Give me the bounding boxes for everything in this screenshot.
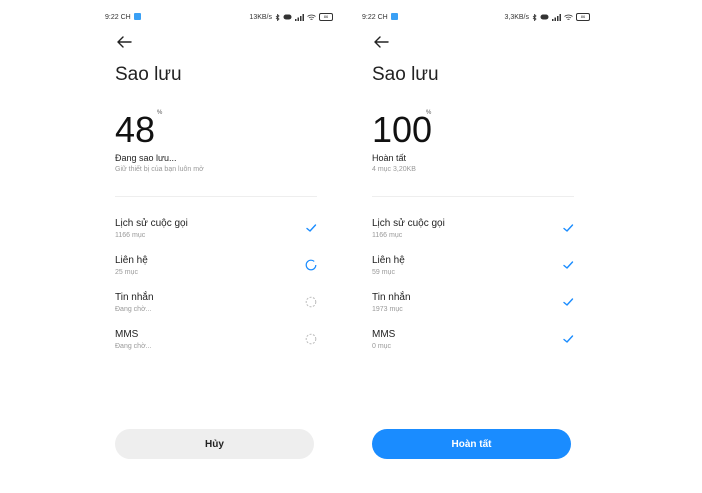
item-name: MMS	[115, 329, 139, 340]
done-button[interactable]: Hoàn tất	[372, 429, 571, 459]
percent-sign: %	[157, 110, 163, 116]
bluetooth-icon	[532, 13, 537, 21]
list-item: Tin nhắn 1973 mục	[372, 292, 574, 322]
page-title: Sao lưu	[372, 64, 439, 85]
battery-icon: 86	[319, 13, 333, 21]
status-time: 9:22 CH	[362, 14, 388, 21]
list-item: Lịch sử cuộc gọi 1166 mục	[115, 218, 317, 248]
check-icon	[563, 224, 574, 232]
item-name: Tin nhắn	[115, 292, 154, 303]
check-icon	[563, 298, 574, 306]
item-count: 25 mục	[115, 269, 138, 276]
progress-value: 100	[372, 109, 433, 150]
battery-saver-icon	[283, 14, 292, 20]
divider	[115, 196, 317, 197]
item-name: Lịch sử cuộc gọi	[372, 218, 445, 229]
item-name: Tin nhắn	[372, 292, 411, 303]
backup-in-progress-screen: 9:22 CH 13KB/s 86 Sao lưu 48 % Đang sao …	[105, 0, 345, 493]
divider	[372, 196, 574, 197]
progress-value: 48	[115, 109, 156, 150]
item-count: 59 mục	[372, 269, 395, 276]
wifi-icon	[307, 14, 316, 20]
list-item: MMS Đang chờ...	[115, 329, 317, 359]
backup-subtext: Giữ thiết bị của bạn luôn mở	[115, 166, 204, 173]
check-icon	[306, 224, 317, 232]
dotted-circle-icon	[305, 296, 317, 308]
item-name: Lịch sử cuộc gọi	[115, 218, 188, 229]
item-name: Liên hệ	[372, 255, 405, 266]
network-speed: 13KB/s	[249, 13, 272, 21]
item-count: 0 mục	[372, 343, 392, 350]
backup-complete-screen: 9:22 CH 3,3KB/s 86 Sao lưu 100 % Hoàn tấ…	[362, 0, 602, 493]
check-icon	[563, 261, 574, 269]
list-item: Tin nhắn Đang chờ...	[115, 292, 317, 322]
network-speed: 3,3KB/s	[504, 13, 529, 21]
item-count: 1973 mục	[372, 306, 403, 313]
backup-state: Hoàn tất	[372, 153, 407, 163]
cancel-button[interactable]: Hủy	[115, 429, 314, 459]
notification-icon	[133, 13, 141, 20]
backup-subtext: 4 mục 3,20KB	[372, 166, 416, 173]
battery-saver-icon	[540, 14, 549, 20]
arrow-left-icon[interactable]	[373, 36, 389, 48]
backup-state: Đang sao lưu...	[115, 153, 177, 163]
signal-icon	[552, 13, 561, 21]
item-name: MMS	[372, 329, 396, 340]
percent-sign: %	[426, 110, 432, 116]
item-count: 1166 mục	[372, 232, 403, 239]
item-count: Đang chờ...	[115, 343, 152, 350]
notification-icon	[390, 13, 398, 20]
dotted-circle-icon	[305, 333, 317, 345]
spinner-icon	[305, 259, 317, 271]
list-item: MMS 0 mục	[372, 329, 574, 359]
wifi-icon	[564, 14, 573, 20]
battery-icon: 86	[576, 13, 590, 21]
check-icon	[563, 335, 574, 343]
status-time: 9:22 CH	[105, 14, 131, 21]
item-count: 1166 mục	[115, 232, 146, 239]
arrow-left-icon[interactable]	[116, 36, 132, 48]
list-item: Lịch sử cuộc gọi 1166 mục	[372, 218, 574, 248]
list-item: Liên hệ 25 mục	[115, 255, 317, 285]
list-item: Liên hệ 59 mục	[372, 255, 574, 285]
item-name: Liên hệ	[115, 255, 148, 266]
item-count: Đang chờ...	[115, 306, 152, 313]
signal-icon	[295, 13, 304, 21]
page-title: Sao lưu	[115, 64, 182, 85]
status-bar: 9:22 CH 13KB/s 86	[105, 12, 345, 24]
bluetooth-icon	[275, 13, 280, 21]
status-bar: 9:22 CH 3,3KB/s 86	[362, 12, 602, 24]
